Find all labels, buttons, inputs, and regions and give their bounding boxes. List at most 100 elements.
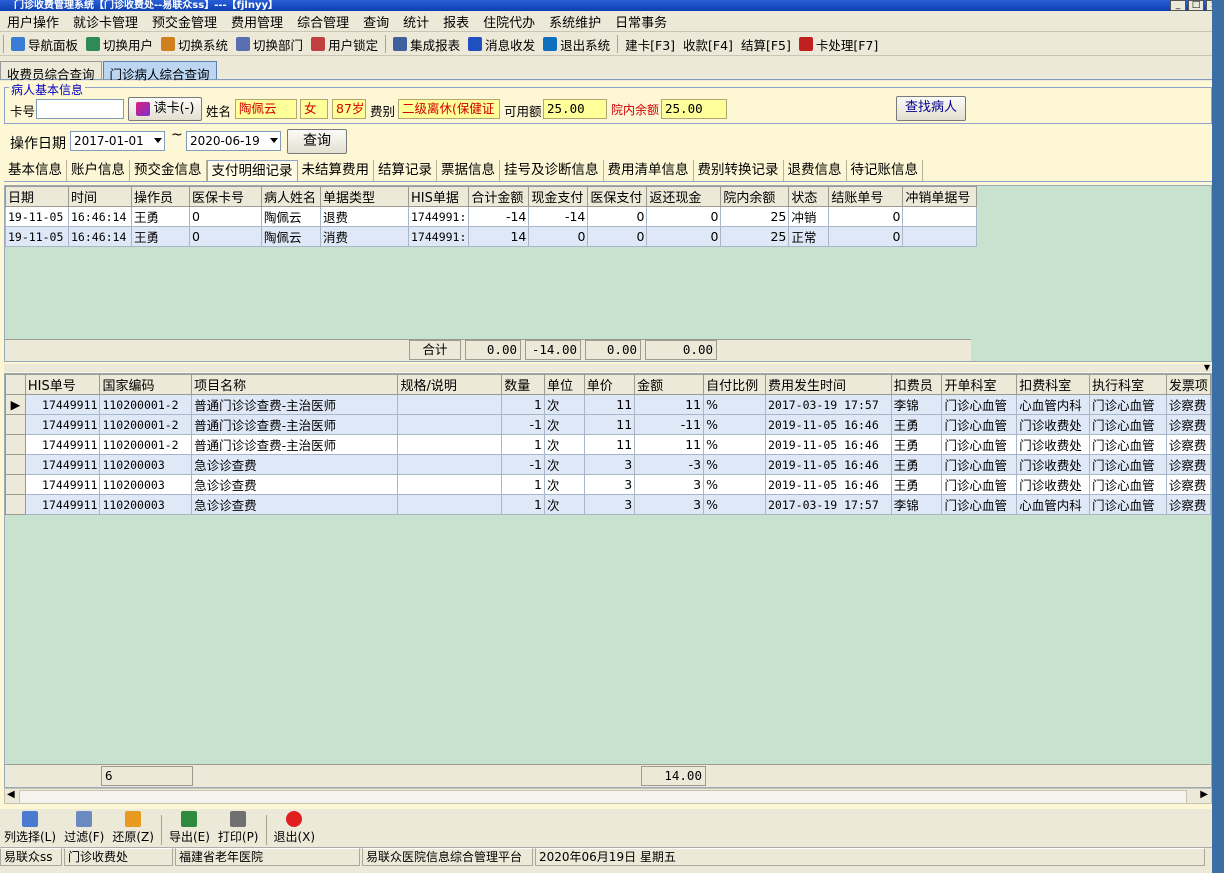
column-header[interactable]: 扣费科室: [1016, 374, 1091, 395]
query-button[interactable]: 查询: [287, 129, 347, 154]
table-row[interactable]: 17449911 110200003 急诊诊查费 1 次 3 3% 2017-03-19 17…: [5, 494, 1212, 515]
menu-item[interactable]: 预交金管理: [145, 12, 224, 31]
maximize-button[interactable]: □: [1188, 0, 1204, 11]
column-header[interactable]: 操作员: [131, 186, 190, 207]
table-cell: 3: [583, 494, 636, 515]
column-header[interactable]: 执行科室: [1089, 374, 1167, 395]
detail-tab[interactable]: 预交金信息: [130, 160, 207, 181]
toolbar-button[interactable]: 收款[F4]: [679, 35, 737, 54]
toolbar-button[interactable]: 集成报表: [389, 35, 464, 54]
column-header[interactable]: 院内余额: [720, 186, 790, 207]
toolbar-button[interactable]: 退出系统: [539, 35, 614, 54]
toolbar-button[interactable]: 用户锁定: [307, 35, 382, 54]
toolbar-button[interactable]: 导航面板: [7, 35, 82, 54]
column-header[interactable]: HIS单据: [407, 186, 470, 207]
column-header[interactable]: 规格/说明: [397, 374, 503, 395]
menu-item[interactable]: 住院代办: [476, 12, 542, 31]
detail-tab[interactable]: 结算记录: [374, 160, 437, 181]
menu-item[interactable]: 用户操作: [0, 12, 66, 31]
column-header[interactable]: 自付比例: [703, 374, 766, 395]
menu-item[interactable]: 查询: [356, 12, 396, 31]
column-header[interactable]: 单据类型: [320, 186, 409, 207]
bottom-button[interactable]: 打印(P): [214, 811, 263, 845]
bottom-button[interactable]: 导出(E): [165, 811, 214, 845]
chevron-right-icon[interactable]: ▶: [1200, 789, 1208, 800]
table-row[interactable]: 19-11-05 16:46:14 王勇 0 陶佩云 消费 1744991: 14 0 0 0 25 正…: [5, 226, 978, 247]
detail-tab[interactable]: 费用清单信息: [604, 160, 694, 181]
toolbar-button[interactable]: 卡处理[F7]: [795, 35, 882, 54]
menu-item[interactable]: 综合管理: [290, 12, 356, 31]
menu-item[interactable]: 费用管理: [224, 12, 290, 31]
bottom-button[interactable]: 退出(X): [270, 811, 320, 845]
detail-tab[interactable]: 未结算费用: [298, 160, 374, 181]
detail-tab[interactable]: 退费信息: [784, 160, 847, 181]
find-patient-button[interactable]: 查找病人: [896, 96, 966, 121]
toolbar-button[interactable]: 切换系统: [157, 35, 232, 54]
column-header[interactable]: 合计金额: [468, 186, 530, 207]
column-header[interactable]: 医保支付: [587, 186, 648, 207]
menu-item[interactable]: 报表: [436, 12, 476, 31]
table-row[interactable]: 19-11-05 16:46:14 王勇 0 陶佩云 退费 1744991: -14 -14 0 0…: [5, 206, 978, 227]
table-cell: [397, 474, 503, 495]
menu-item[interactable]: 系统维护: [542, 12, 608, 31]
column-header[interactable]: 结账单号: [828, 186, 904, 207]
detail-tab[interactable]: 基本信息: [4, 160, 67, 181]
column-header[interactable]: 项目名称: [191, 374, 399, 395]
toolbar-button[interactable]: 切换部门: [232, 35, 307, 54]
toolbar-button[interactable]: 切换用户: [82, 35, 157, 54]
bottom-button[interactable]: 列选择(L): [0, 811, 60, 845]
end-date-picker[interactable]: 2020-06-19: [186, 131, 281, 151]
toolbar-button[interactable]: 建卡[F3]: [621, 35, 679, 54]
detail-tab[interactable]: 待记账信息: [847, 160, 923, 181]
column-header[interactable]: 日期: [5, 186, 69, 207]
detail-tab[interactable]: 费别转换记录: [694, 160, 784, 181]
chevron-left-icon[interactable]: ◀: [7, 789, 15, 800]
start-date-picker[interactable]: 2017-01-01: [70, 131, 165, 151]
column-header[interactable]: 病人姓名: [261, 186, 321, 207]
column-header[interactable]: 状态: [788, 186, 830, 207]
column-header[interactable]: 费用发生时间: [764, 374, 892, 395]
column-header[interactable]: 数量: [501, 374, 545, 395]
column-header[interactable]: 国家编码: [99, 374, 193, 395]
column-header[interactable]: 扣费员: [890, 374, 943, 395]
column-header[interactable]: 开单科室: [941, 374, 1018, 395]
splitter[interactable]: ▼: [4, 364, 1212, 372]
table-cell: 0: [528, 226, 589, 247]
column-header[interactable]: 冲销单据号: [902, 186, 978, 207]
column-header[interactable]: 现金支付: [528, 186, 589, 207]
scrollbar-thumb[interactable]: [19, 790, 1187, 804]
detail-tab[interactable]: 票据信息: [437, 160, 500, 181]
table-row[interactable]: 17449911 110200001-2 普通门诊诊查费-主治医师 -1 次 11 -11%…: [5, 414, 1212, 435]
menu-item[interactable]: 日常事务: [608, 12, 674, 31]
status-department: 门诊收费处: [64, 848, 173, 866]
table-row[interactable]: 17449911 110200001-2 普通门诊诊查费-主治医师 1 次 11 11% 20…: [5, 434, 1212, 455]
menu-item[interactable]: 统计: [396, 12, 436, 31]
read-card-button[interactable]: 读卡(-): [128, 97, 202, 121]
tab-patient-query[interactable]: 门诊病人综合查询: [102, 61, 217, 82]
column-header[interactable]: HIS单号: [24, 374, 101, 395]
column-header[interactable]: 单价: [583, 374, 636, 395]
bottom-button[interactable]: 还原(Z): [108, 811, 158, 845]
column-header[interactable]: 发票项: [1165, 374, 1212, 395]
column-header[interactable]: 时间: [68, 186, 132, 207]
tab-cashier-query[interactable]: 收费员综合查询: [0, 61, 102, 82]
column-header[interactable]: 单位: [543, 374, 585, 395]
column-header[interactable]: 医保卡号: [189, 186, 262, 207]
horizontal-scrollbar[interactable]: ◀ ▶: [4, 788, 1212, 804]
table-cell: 急诊诊查费: [191, 494, 399, 515]
card-number-input[interactable]: [36, 99, 124, 119]
table-row[interactable]: ▶ 17449911 110200001-2 普通门诊诊查费-主治医师 1 次 11 11% 2…: [5, 394, 1212, 415]
table-row[interactable]: 17449911 110200003 急诊诊查费 1 次 3 3% 2019-11-05 16…: [5, 474, 1212, 495]
detail-tab[interactable]: 支付明细记录: [206, 160, 298, 181]
detail-tab[interactable]: 账户信息: [67, 160, 130, 181]
column-header[interactable]: 金额: [634, 374, 705, 395]
column-header[interactable]: 返还现金: [646, 186, 722, 207]
toolbar-button[interactable]: 结算[F5]: [737, 35, 795, 54]
minimize-button[interactable]: _: [1170, 0, 1186, 11]
table-row[interactable]: 17449911 110200003 急诊诊查费 -1 次 3 -3% 2019-11-05 …: [5, 454, 1212, 475]
table-cell: 王勇: [131, 226, 190, 247]
detail-tab[interactable]: 挂号及诊断信息: [500, 160, 604, 181]
menu-item[interactable]: 就诊卡管理: [66, 12, 145, 31]
bottom-button[interactable]: 过滤(F): [60, 811, 108, 845]
toolbar-button[interactable]: 消息收发: [464, 35, 539, 54]
